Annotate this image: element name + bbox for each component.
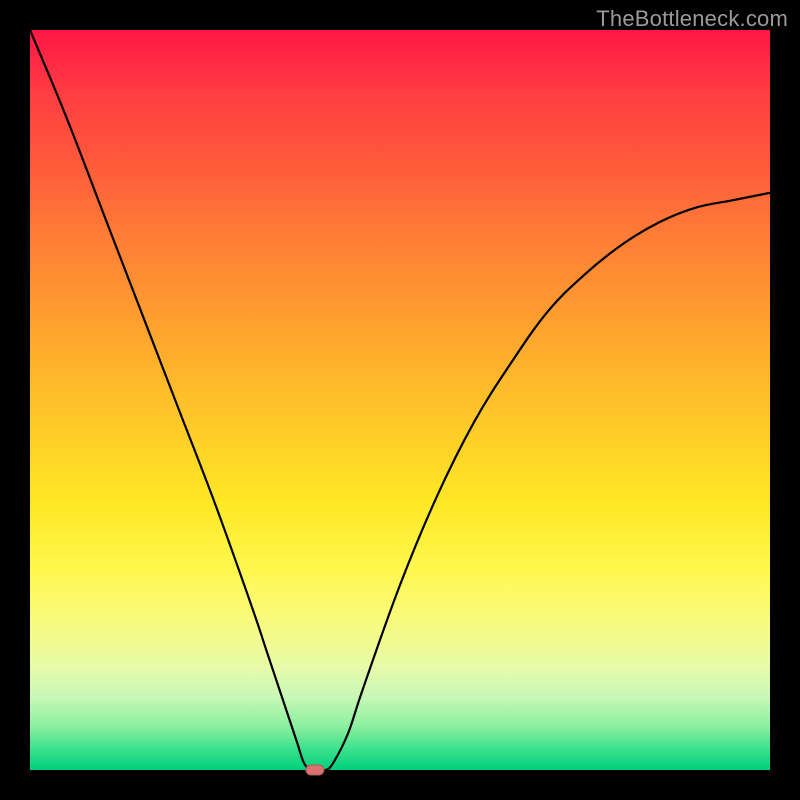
bottleneck-curve-path <box>30 30 770 771</box>
curve-svg <box>30 30 770 770</box>
watermark-text: TheBottleneck.com <box>596 6 788 32</box>
minimum-marker <box>306 765 324 775</box>
plot-area <box>30 30 770 770</box>
chart-frame: TheBottleneck.com <box>0 0 800 800</box>
